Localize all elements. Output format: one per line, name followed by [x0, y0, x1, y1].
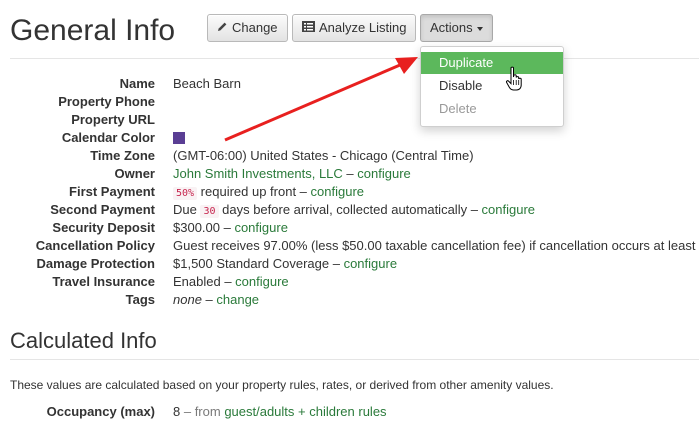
tags-value: none [173, 292, 202, 307]
occupancy-from-text: – from [180, 404, 225, 419]
first-payment-text: required up front – [197, 184, 311, 199]
field-label: Second Payment [50, 202, 155, 217]
field-label: Property Phone [58, 94, 155, 109]
field-cancellation-policy: Cancellation Policy Guest receives 97.00… [0, 237, 699, 255]
damage-protection-configure-link[interactable]: configure [344, 256, 397, 271]
second-payment-text: days before arrival, collected automatic… [218, 202, 482, 217]
separator: – [201, 292, 217, 307]
field-label: First Payment [69, 184, 155, 199]
field-name: Name Beach Barn [0, 75, 699, 93]
field-second-payment: Second Payment Due 30 days before arriva… [0, 201, 699, 219]
security-deposit-configure-link[interactable]: configure [234, 220, 287, 235]
field-value: Guest receives 97.00% (less $50.00 taxab… [173, 238, 699, 253]
travel-insurance-value: Enabled – [173, 274, 236, 289]
occupancy-rules-link[interactable]: guest/adults + children rules [224, 404, 386, 419]
field-time-zone: Time Zone (GMT-06:00) United States - Ch… [0, 147, 699, 165]
field-label: Tags [125, 292, 155, 307]
section-divider [10, 359, 699, 360]
damage-protection-value: $1,500 Standard Coverage – [173, 256, 344, 271]
section-title: Calculated Info [10, 328, 157, 353]
field-label: Occupancy (max) [46, 404, 155, 419]
field-value: Beach Barn [173, 76, 241, 91]
second-payment-pre: Due [173, 202, 201, 217]
field-calendar-color: Calendar Color [0, 129, 699, 147]
second-payment-days: 30 [200, 205, 219, 218]
field-label: Calendar Color [61, 130, 155, 145]
first-payment-percent: 50% [173, 187, 198, 200]
field-first-payment: First Payment 50% required up front – co… [0, 183, 699, 201]
field-label: Damage Protection [36, 256, 155, 271]
second-payment-configure-link[interactable]: configure [482, 202, 535, 217]
field-label: Name [119, 76, 155, 91]
section-description: These values are calculated based on you… [10, 378, 554, 392]
first-payment-configure-link[interactable]: configure [311, 184, 364, 199]
field-security-deposit: Security Deposit $300.00 – configure [0, 219, 699, 237]
field-label: Cancellation Policy [35, 238, 155, 253]
tags-change-link[interactable]: change [216, 292, 259, 307]
field-tags: Tags none – change [0, 291, 699, 309]
field-label: Time Zone [90, 148, 155, 163]
field-label: Owner [114, 166, 155, 181]
field-travel-insurance: Travel Insurance Enabled – configure [0, 273, 699, 291]
security-deposit-value: $300.00 – [173, 220, 235, 235]
field-property-url: Property URL [0, 111, 699, 129]
field-damage-protection: Damage Protection $1,500 Standard Covera… [0, 255, 699, 273]
field-label: Property URL [71, 112, 155, 127]
separator: – [342, 166, 358, 181]
travel-insurance-configure-link[interactable]: configure [235, 274, 288, 289]
field-label: Travel Insurance [52, 274, 155, 289]
owner-configure-link[interactable]: configure [357, 166, 410, 181]
field-label: Security Deposit [52, 220, 155, 235]
field-property-phone: Property Phone [0, 93, 699, 111]
field-owner: Owner John Smith Investments, LLC – conf… [0, 165, 699, 183]
field-value: (GMT-06:00) United States - Chicago (Cen… [173, 148, 474, 163]
calendar-color-swatch[interactable] [173, 131, 185, 144]
owner-link[interactable]: John Smith Investments, LLC [173, 166, 343, 181]
